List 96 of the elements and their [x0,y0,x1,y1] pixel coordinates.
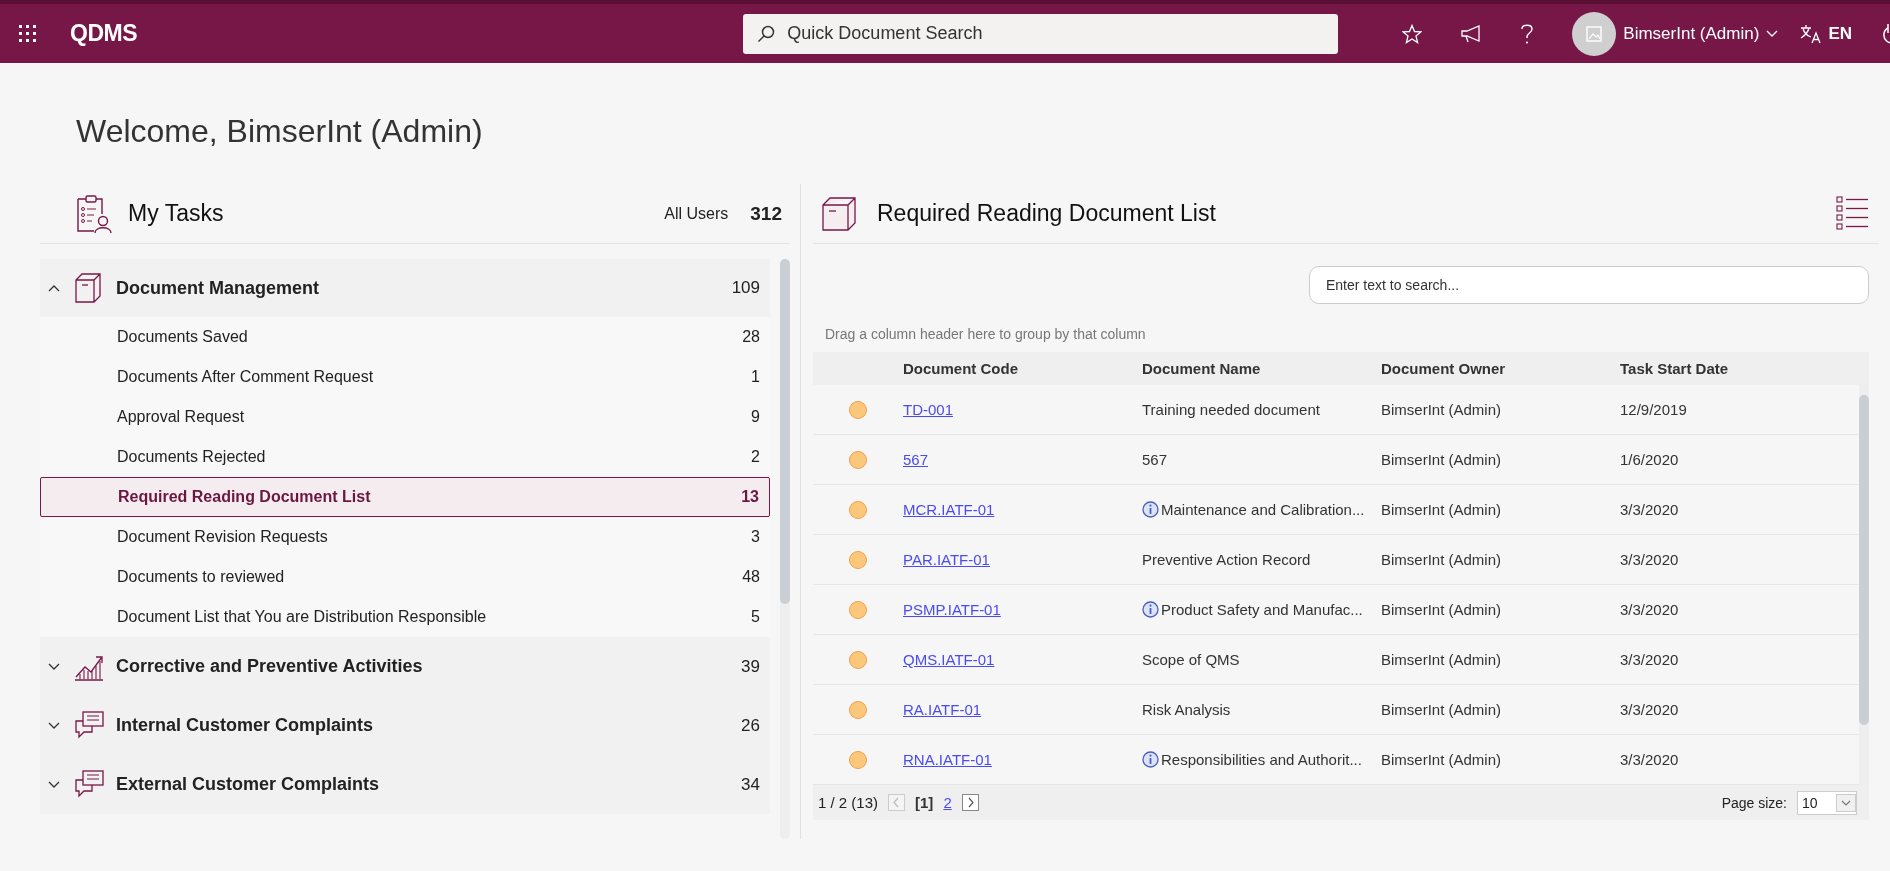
user-menu-button[interactable]: BimserInt (Admin) [1572,11,1779,56]
scrollbar-thumb[interactable] [1859,395,1869,725]
panel-title: My Tasks [128,200,224,227]
table-cell: Scope of QMS [1142,651,1240,668]
task-group-header[interactable]: Corrective and Preventive Activities 39 [40,637,770,696]
table-cell-text: BimserInt (Admin) [1381,501,1503,518]
task-group-header[interactable]: Document Management 109 [40,259,770,317]
task-list-item[interactable]: Documents After Comment Request 1 [40,357,770,397]
column-header[interactable]: Task Start Date [1620,360,1859,377]
page-number[interactable]: [1] [915,794,934,811]
table-cell: Training needed document [1142,401,1320,418]
all-users-count: 312 [750,202,782,225]
task-list-item[interactable]: Documents Saved 28 [40,317,770,357]
table-cell: 567 [1142,451,1168,468]
table-cell: Preventive Action Record [1142,551,1311,568]
chevron-up-icon [48,284,60,292]
chevron-down-icon [48,780,60,789]
chevron-down-icon [1766,29,1779,38]
column-header[interactable]: Document Name [1142,360,1381,377]
welcome-heading: Welcome, BimserInt (Admin) [76,113,484,150]
megaphone-icon[interactable] [1460,23,1483,44]
task-list-item[interactable]: Document List that You are Distribution Responsible 5 [40,597,770,637]
status-dot [849,400,867,419]
status-dot [849,550,867,569]
help-icon[interactable] [1520,22,1535,45]
table-cell: Risk Analysis [1142,701,1231,718]
table-cell-text: 3/3/2020 [1620,751,1680,768]
table-cell-text: 3/3/2020 [1620,651,1680,668]
table-cell: Maintenance and Calibration... [1161,501,1365,518]
table-cell-text: 3/3/2020 [1620,601,1680,618]
grid-search-field[interactable]: Enter text to search... [1309,266,1869,304]
group-by-hint: Drag a column header here to group by that column [824,325,1147,344]
table-cell-text: BimserInt (Admin) [1381,451,1503,468]
task-list-item[interactable]: Document Revision Requests 3 [40,517,770,557]
status-dot [849,600,867,619]
document-code-link[interactable]: PAR.IATF-01 [903,551,990,568]
app-logo[interactable]: QDMS [70,20,137,47]
app-grid-icon[interactable] [19,25,36,42]
status-dot [849,750,867,769]
task-list-item[interactable]: Documents to reviewed 48 [40,557,770,597]
page-summary: 1 / 2 (13) [818,794,879,811]
info-icon [1142,601,1159,618]
task-list-item[interactable]: Documents Rejected 2 [40,437,770,477]
page-number[interactable]: 2 [943,794,952,811]
panel-title: Required Reading Document List [877,200,1216,227]
search-icon [757,24,776,43]
table-cell-text: 3/3/2020 [1620,551,1680,568]
language-button[interactable]: EN [1800,23,1852,44]
document-code-link[interactable]: RNA.IATF-01 [903,751,992,768]
scrollbar[interactable] [780,259,790,839]
table-cell-text: BimserInt (Admin) [1381,651,1503,668]
table-cell-text: 1/6/2020 [1620,451,1680,468]
quick-search-field[interactable]: Quick Document Search [743,13,1339,54]
task-list-item[interactable]: Approval Request 9 [40,397,770,437]
avatar-icon [1572,11,1617,56]
column-header[interactable]: Document Owner [1381,360,1620,377]
table-cell-text: BimserInt (Admin) [1381,701,1503,718]
status-dot [849,500,867,519]
table-cell-text: 3/3/2020 [1620,701,1680,718]
table-cell: Product Safety and Manufac... [1161,601,1363,618]
info-icon [1142,501,1159,518]
box-icon [74,272,104,304]
box-icon [821,195,857,232]
document-code-link[interactable]: 567 [903,451,929,468]
chevron-down-icon [48,721,60,730]
info-icon [1142,751,1159,768]
clipboard-user-icon [74,193,114,234]
table-cell-text: BimserInt (Admin) [1381,551,1503,568]
document-code-link[interactable]: PSMP.IATF-01 [903,601,1001,618]
table-cell: Responsibilities and Authorit... [1161,751,1362,768]
status-dot [849,700,867,719]
status-dot [849,650,867,669]
task-group-header[interactable]: Internal Customer Complaints 26 [40,696,770,755]
table-cell-text: 12/9/2019 [1620,401,1688,418]
star-icon[interactable] [1402,23,1423,44]
table-cell-text: BimserInt (Admin) [1381,601,1503,618]
table-cell-text: BimserInt (Admin) [1381,401,1503,418]
translate-icon [1800,23,1823,44]
all-users-label: All Users [664,204,729,223]
page-size-label: Page size: [1721,794,1787,811]
document-code-link[interactable]: TD-001 [903,401,954,418]
list-view-icon[interactable] [1836,195,1869,232]
column-header[interactable]: Document Code [903,360,1142,377]
page-size-dropdown[interactable]: 10 [1797,790,1857,815]
next-page-icon[interactable] [961,794,979,811]
chevron-down-icon [1836,793,1856,812]
scrollbar-thumb[interactable] [780,259,790,604]
table-cell-text: 3/3/2020 [1620,501,1680,518]
document-code-link[interactable]: MCR.IATF-01 [903,501,995,518]
table-cell-text: BimserInt (Admin) [1381,751,1503,768]
document-code-link[interactable]: RA.IATF-01 [903,701,982,718]
chevron-down-icon [48,662,60,671]
status-dot [849,450,867,469]
task-list-item[interactable]: Required Reading Document List 13 [40,477,770,517]
document-code-link[interactable]: QMS.IATF-01 [903,651,995,668]
task-group-header[interactable]: External Customer Complaints 34 [40,755,770,814]
